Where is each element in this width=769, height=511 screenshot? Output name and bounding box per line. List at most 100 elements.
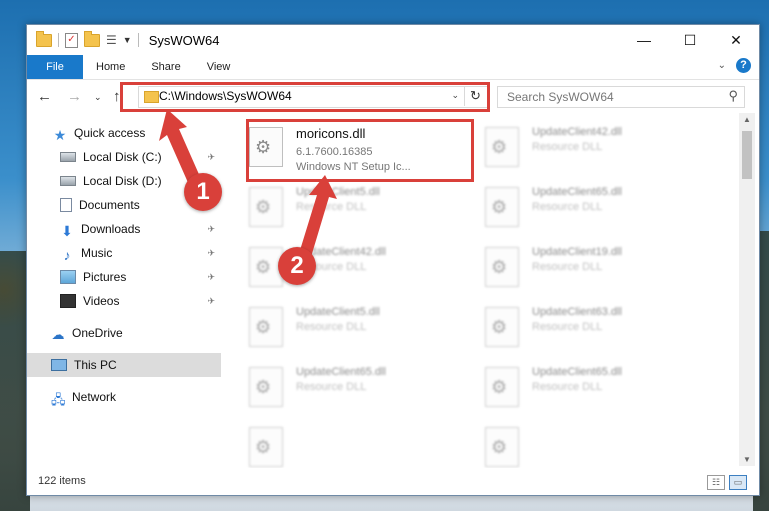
close-button[interactable]: ✕ [713,25,759,55]
toolbar-separator [58,33,59,47]
scroll-thumb[interactable] [742,131,752,179]
quick-access-toolbar: ✓ ☰ ▼ [27,30,139,48]
properties-check-icon[interactable]: ✓ [65,32,78,48]
pin-icon[interactable]: ✈ [207,224,215,235]
dll-file-icon [249,427,283,467]
new-folder-icon[interactable] [84,30,100,47]
pin-icon[interactable]: ✈ [207,272,215,283]
status-bar: 122 items ☷ ▭ [27,469,759,495]
file-name: UpdateClient5.dll [296,306,380,318]
pictures-icon [60,270,76,284]
forward-arrow-icon[interactable]: → [67,88,82,105]
file-description: Resource DLL [532,261,603,273]
vertical-scrollbar[interactable]: ▲ ▼ [739,113,755,466]
window-controls: — ☐ ✕ [621,25,759,55]
download-icon: ⬇ [61,223,73,239]
file-tile[interactable] [459,419,689,468]
search-icon[interactable]: ⚲ [728,88,738,104]
file-tile[interactable] [223,419,453,468]
details-view-icon[interactable]: ☷ [707,475,725,490]
file-description: Resource DLL [532,201,603,213]
expand-ribbon-icon[interactable]: ⌄ [718,60,726,71]
sidebar-item-label: Local Disk (C:) [83,150,162,164]
file-tile[interactable]: UpdateClient19.dll Resource DLL [459,239,689,295]
star-icon: ★ [53,127,67,143]
item-count: 122 items [38,475,86,487]
music-icon: ♪ [63,247,71,263]
file-description: Resource DLL [532,141,603,153]
tab-view[interactable]: View [194,55,244,79]
file-name: UpdateClient65.dll [296,366,386,378]
file-description: Resource DLL [296,381,367,393]
back-arrow-icon[interactable]: ← [37,88,52,105]
sidebar-item-label: OneDrive [72,326,123,340]
onedrive-icon: ☁ [51,327,65,342]
explorer-window: ✓ ☰ ▼ SysWOW64 — ☐ ✕ File Home Share Vie… [26,24,760,496]
sidebar-item-onedrive[interactable]: ☁ OneDrive [27,321,221,345]
search-input[interactable]: Search SysWOW64 ⚲ [497,86,745,108]
sidebar-item-music[interactable]: ♪ Music ✈ [27,241,221,265]
dll-file-icon [485,367,519,407]
file-name: UpdateClient65.dll [532,366,622,378]
sidebar-item-network[interactable]: 🖧 Network [27,385,221,409]
step-callout-2: 2 [278,247,316,285]
sidebar-item-label: Local Disk (D:) [83,174,162,188]
file-name: UpdateClient42.dll [532,126,622,138]
sidebar-item-label: Music [81,246,113,260]
dll-file-icon [485,187,519,227]
ribbon-right-controls: ⌄ ? [718,58,751,73]
tiles-view-icon[interactable]: ▭ [729,475,747,490]
sidebar-item-label: Quick access [74,126,146,140]
dll-file-icon [485,127,519,167]
sidebar-item-label: This PC [74,358,117,372]
tab-home[interactable]: Home [83,55,138,79]
toolbar-dropdown-icon[interactable]: ▼ [123,35,132,45]
recent-locations-chevron-icon[interactable]: ⌄ [94,92,102,103]
maximize-button[interactable]: ☐ [667,25,713,55]
step-callout-1: 1 [184,173,222,211]
ribbon-tabs: File Home Share View ⌄ ? [27,55,759,80]
file-description: Resource DLL [296,321,367,333]
file-highlight [246,119,474,182]
toolbar-separator [137,33,139,47]
minimize-button[interactable]: — [621,25,667,55]
file-tile[interactable]: UpdateClient65.dll Resource DLL [223,359,453,415]
sidebar-item-this-pc[interactable]: This PC [27,353,221,377]
window-title: SysWOW64 [148,32,220,48]
scroll-up-icon[interactable]: ▲ [739,115,755,124]
sidebar-item-label: Documents [79,198,140,212]
pin-icon[interactable]: ✈ [207,296,215,307]
file-tile[interactable]: UpdateClient65.dll Resource DLL [459,359,689,415]
view-toggle: ☷ ▭ [707,475,747,490]
dll-file-icon [249,367,283,407]
pc-icon [51,359,67,371]
folder-icon [36,30,52,47]
pin-icon[interactable]: ✈ [207,248,215,259]
network-icon: 🖧 [51,392,66,407]
dll-file-icon [249,187,283,227]
file-tile[interactable]: UpdateClient42.dll Resource DLL [459,119,689,175]
tab-share[interactable]: Share [138,55,193,79]
videos-icon [60,294,76,308]
customize-toolbar-icon[interactable]: ☰ [106,33,117,47]
file-tile[interactable]: UpdateClient65.dll Resource DLL [459,179,689,235]
disk-icon [60,176,76,186]
file-name: UpdateClient65.dll [532,186,622,198]
sidebar-item-label: Downloads [81,222,141,236]
search-placeholder: Search SysWOW64 [507,90,614,104]
file-tile[interactable]: UpdateClient63.dll Resource DLL [459,299,689,355]
help-icon[interactable]: ? [736,58,751,73]
dll-file-icon [485,427,519,467]
file-tile[interactable]: UpdateClient5.dll Resource DLL [223,299,453,355]
sidebar-item-label: Pictures [83,270,127,284]
tab-file[interactable]: File [27,55,83,79]
sidebar-item-label: Videos [83,294,120,308]
title-bar: ✓ ☰ ▼ SysWOW64 — ☐ ✕ [27,25,759,55]
sidebar-item-videos[interactable]: Videos ✈ [27,289,221,313]
file-description: Resource DLL [532,321,603,333]
scroll-down-icon[interactable]: ▼ [739,455,755,464]
dll-file-icon [249,307,283,347]
documents-icon [60,198,72,212]
sidebar-item-pictures[interactable]: Pictures ✈ [27,265,221,289]
sidebar-item-downloads[interactable]: ⬇ Downloads ✈ [27,217,221,241]
